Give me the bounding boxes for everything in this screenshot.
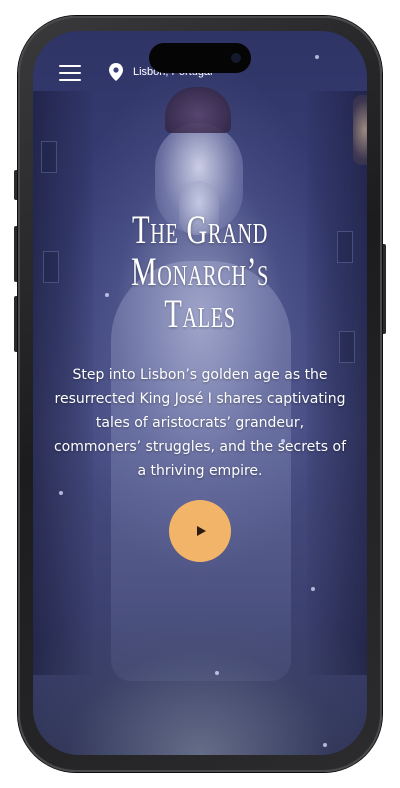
hamburger-menu-icon[interactable] — [59, 65, 81, 81]
sparkle-dot — [311, 587, 315, 591]
hero-title: The Grand Monarch’s Tales — [80, 209, 320, 335]
play-button[interactable] — [169, 500, 231, 562]
location-pin-icon — [109, 63, 123, 81]
sparkle-dot — [323, 743, 327, 747]
title-line: Monarch’s — [130, 249, 270, 294]
street-lantern — [353, 95, 367, 165]
hero-description: Step into Lisbon’s golden age as the res… — [53, 367, 347, 479]
sparkle-dot — [215, 671, 219, 675]
app-screen: Lisbon, Portugal The Grand Monarch’s Tal… — [33, 31, 367, 755]
sparkle-dot — [315, 55, 319, 59]
dynamic-island — [149, 43, 251, 73]
title-line: Tales — [164, 291, 236, 336]
building-window — [43, 251, 59, 283]
building-window — [337, 231, 353, 263]
menu-line — [59, 79, 81, 81]
ghost-king-crown — [165, 87, 231, 133]
building-window — [339, 331, 355, 363]
title-line: The Grand — [131, 207, 269, 252]
play-icon — [196, 526, 206, 536]
sparkle-dot — [59, 491, 63, 495]
front-camera — [231, 53, 241, 63]
menu-line — [59, 72, 81, 74]
ground-fog — [33, 605, 367, 755]
building-window — [41, 141, 57, 173]
menu-line — [59, 65, 81, 67]
